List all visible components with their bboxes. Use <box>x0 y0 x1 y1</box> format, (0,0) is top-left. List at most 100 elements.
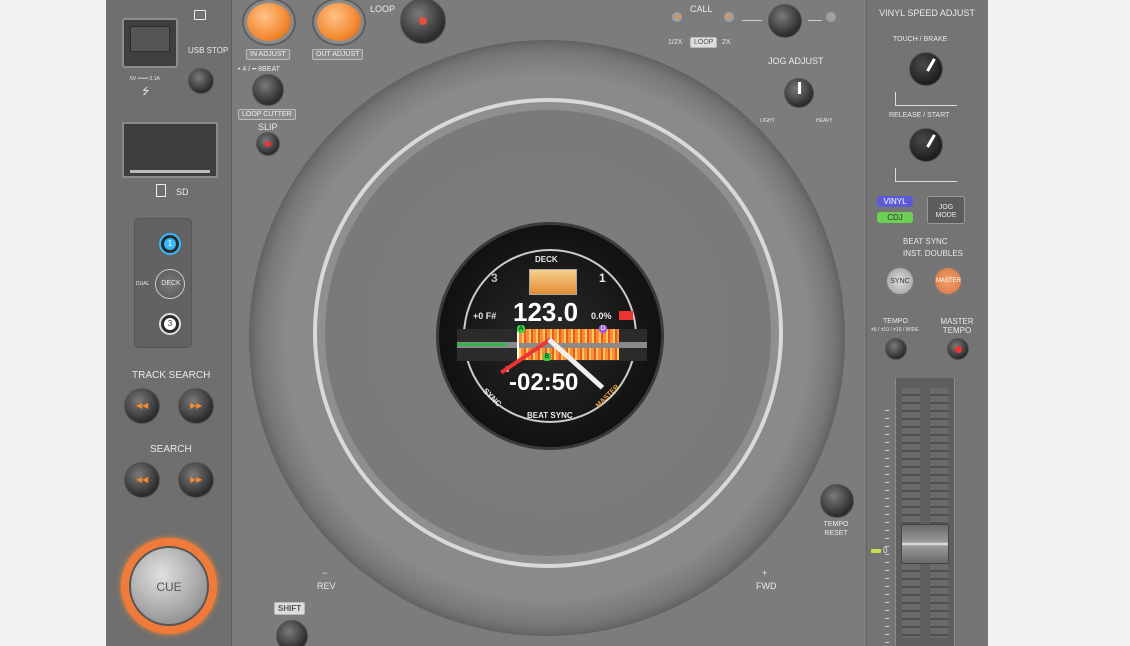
master-button-label: MASTER <box>936 278 962 284</box>
cue-label: CUE <box>156 580 182 594</box>
sync-button-label: SYNC <box>890 278 910 285</box>
right-panel: VINYL SPEED ADJUST TOUCH / BRAKE RELEASE… <box>866 0 988 646</box>
album-art-thumbnail <box>529 269 577 295</box>
search-forward-button[interactable]: ▶▶ <box>178 462 214 498</box>
loop-cutter-button[interactable] <box>252 74 284 106</box>
search-label: SEARCH <box>150 444 192 455</box>
display-bpm: 123.0 <box>513 297 579 327</box>
fwd-label: FWD <box>756 581 777 591</box>
start-curve-icon <box>895 168 957 182</box>
call-prev-button[interactable]: ◀ <box>672 12 682 22</box>
jog-adjust-label: JOG ADJUST <box>768 56 824 66</box>
usb-rating-label: 5V ═══ 2.1A <box>130 76 160 82</box>
loop-tag: LOOP <box>690 37 718 48</box>
tempo-ranges-label: ±6 / ±10 / ±16 / WIDE <box>871 327 919 333</box>
jog-mode-button[interactable]: JOG MODE <box>927 196 965 224</box>
jog-light-label: LIGHT <box>760 118 775 124</box>
tempo-reset-button[interactable] <box>820 484 854 518</box>
out-adjust-button[interactable] <box>314 0 364 44</box>
master-tempo-label: MASTER TEMPO <box>940 317 974 335</box>
half-x-label: 1/2X <box>668 39 683 46</box>
usb-stop-button[interactable] <box>188 68 214 94</box>
touch-brake-label: TOUCH / BRAKE <box>893 36 948 43</box>
sd-label: SD <box>176 187 189 197</box>
two-x-label: 2X <box>722 39 731 46</box>
display-deck-label: DECK <box>535 255 558 264</box>
hot-cue-d-marker: D <box>599 325 607 333</box>
in-adjust-label: IN ADJUST <box>246 49 290 60</box>
display-pitch: 0.0% <box>591 311 612 321</box>
reloop-exit-button[interactable] <box>400 0 446 44</box>
slip-label: SLIP <box>258 122 278 132</box>
jog-mode-label: JOG MODE <box>935 204 957 219</box>
tempo-label: TEMPO <box>883 318 908 325</box>
release-start-knob[interactable] <box>909 128 943 162</box>
call-next-button[interactable]: ▶ <box>724 12 734 22</box>
delete-button[interactable] <box>826 12 836 22</box>
call-divider <box>742 20 762 21</box>
sd-slot[interactable] <box>122 122 218 178</box>
rev-sign: − <box>322 568 328 578</box>
computer-icon <box>194 10 206 20</box>
sd-icon <box>156 184 166 197</box>
sync-button[interactable]: SYNC <box>885 266 915 296</box>
beat-divider-label: • 4 / ━ 8BEAT <box>238 66 280 73</box>
shift-button[interactable] <box>276 620 308 646</box>
master-tempo-button[interactable] <box>947 338 969 360</box>
deck-button[interactable]: DECK <box>155 269 185 299</box>
cdj-indicator: CDJ <box>877 212 913 223</box>
tempo-slider-handle[interactable] <box>901 524 949 564</box>
deck-button-label: DECK <box>161 280 181 287</box>
usb-icon: ⭍ <box>142 86 150 96</box>
display-time: -02:50 <box>509 369 579 396</box>
master-button[interactable]: MASTER <box>933 266 963 296</box>
loop-label: LOOP <box>370 4 396 14</box>
left-panel: 5V ═══ 2.1A ⭍ USB STOP SD DUAL 1 DECK 3 … <box>106 0 232 646</box>
call-label: CALL <box>690 4 713 14</box>
hot-cue-a-marker: A <box>517 325 525 333</box>
deck-select-panel: DUAL 1 DECK 3 <box>134 218 192 348</box>
tempo-reset-label: TEMPO RESET <box>823 521 849 537</box>
touch-brake-knob[interactable] <box>909 52 943 86</box>
track-search-next-button[interactable]: ▶▶ <box>178 388 214 424</box>
in-adjust-button[interactable] <box>244 0 294 44</box>
jog-heavy-label: HEAVY <box>816 118 833 124</box>
slip-button[interactable] <box>256 132 280 156</box>
hot-cue-b-marker: B <box>543 353 551 361</box>
cue-button[interactable]: CUE <box>121 538 217 634</box>
loop-cutter-label: LOOP CUTTER <box>238 109 296 120</box>
out-adjust-label: OUT ADJUST <box>312 49 364 60</box>
shift-label: SHIFT <box>274 602 306 615</box>
memory-button[interactable] <box>768 4 802 38</box>
release-start-label: RELEASE / START <box>889 112 950 119</box>
deck1-indicator[interactable]: 1 <box>159 233 181 255</box>
dual-label: DUAL <box>136 281 150 287</box>
track-search-prev-button[interactable]: ◀◀ <box>124 388 160 424</box>
track-search-label: TRACK SEARCH <box>132 370 211 381</box>
pitch-indicator <box>619 311 633 320</box>
vinyl-indicator: VINYL <box>877 196 913 207</box>
search-rewind-button[interactable]: ◀◀ <box>124 462 160 498</box>
tempo-zero-led <box>871 549 881 553</box>
deck1-number: 1 <box>164 238 176 250</box>
jog-display: DECK 3 1 123.0 +0 F# 0.0% A B D 0 4 -02:… <box>436 222 664 450</box>
display-deck-left: 3 <box>491 271 498 285</box>
deck3-indicator[interactable]: 3 <box>159 313 181 335</box>
vinyl-speed-adjust-label: VINYL SPEED ADJUST <box>879 8 975 18</box>
tempo-slider-track[interactable] <box>895 378 955 646</box>
usb-stop-label: USB STOP <box>188 46 229 55</box>
usb-port[interactable] <box>122 18 178 68</box>
cdj-deck: 5V ═══ 2.1A ⭍ USB STOP SD DUAL 1 DECK 3 … <box>106 0 988 646</box>
display-key: +0 F# <box>473 311 497 321</box>
tempo-slider-scale <box>885 410 889 646</box>
deck3-number: 3 <box>164 318 176 330</box>
brake-curve-icon <box>895 92 957 106</box>
beat-sync-label: BEAT SYNC <box>903 237 948 246</box>
jog-adjust-knob[interactable] <box>784 78 814 108</box>
playhead <box>517 329 519 361</box>
display-beat-sync: BEAT SYNC <box>527 411 573 420</box>
display-deck-right: 1 <box>599 271 606 285</box>
fwd-sign: + <box>762 568 768 578</box>
tempo-range-button[interactable] <box>885 338 907 360</box>
inst-doubles-label: INST. DOUBLES <box>903 249 964 258</box>
